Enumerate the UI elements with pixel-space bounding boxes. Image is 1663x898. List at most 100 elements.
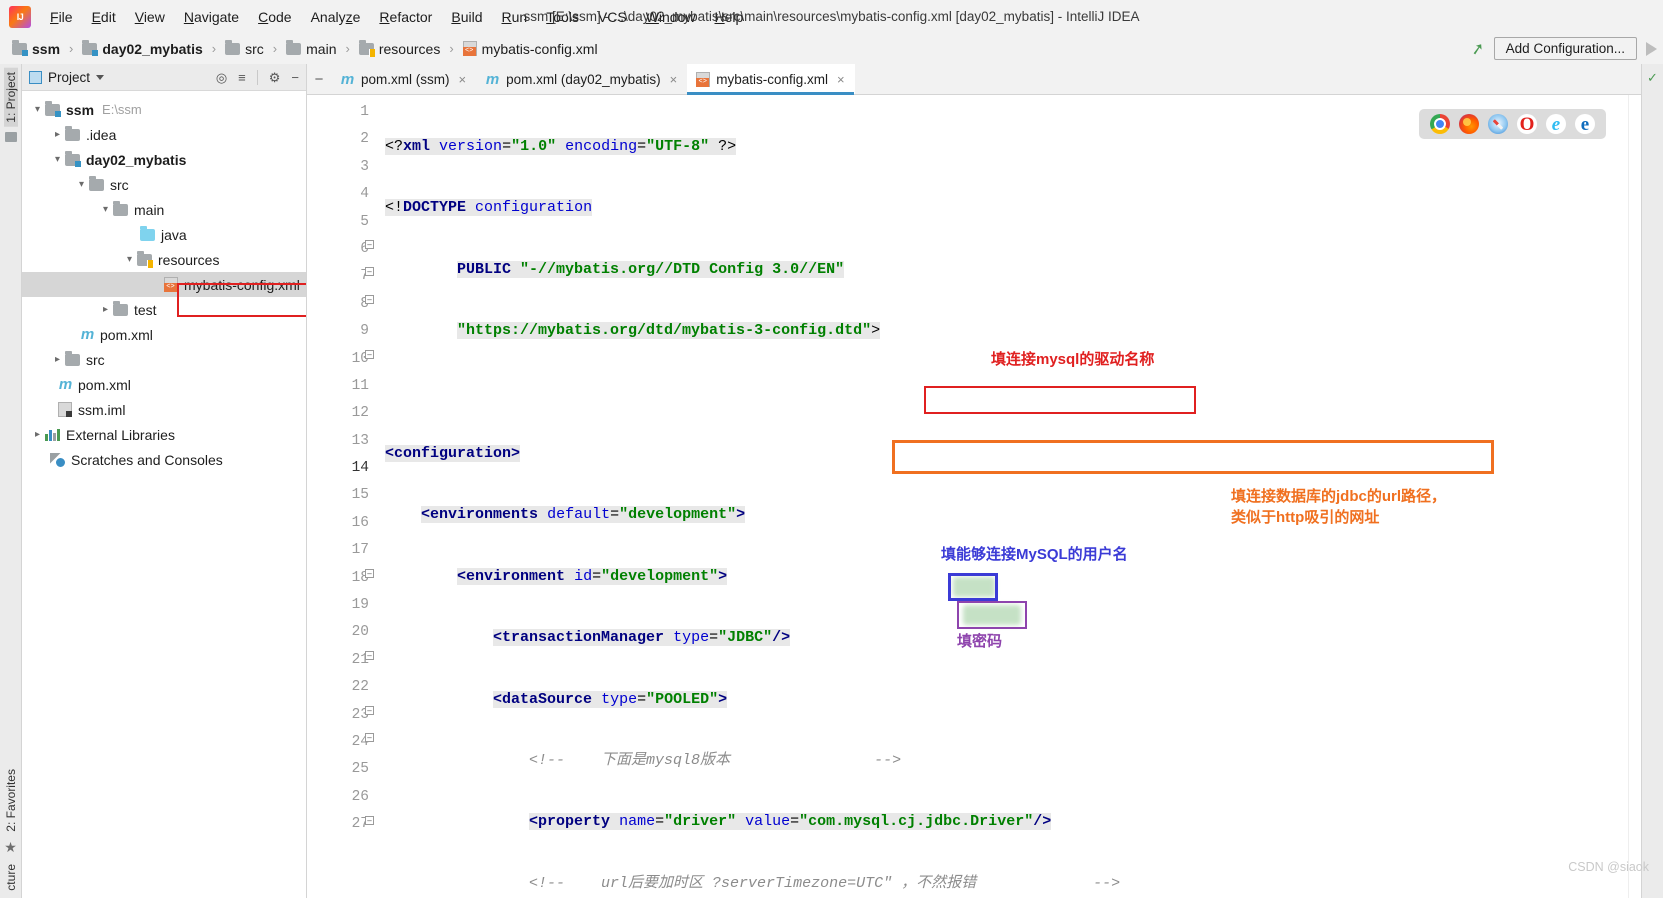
run-triangle-icon[interactable] (1646, 41, 1657, 56)
tree-node-label: ssm.iml (78, 401, 126, 418)
chevron-down-icon[interactable]: ▾ (50, 154, 65, 165)
intellij-idea-window: File Edit View Navigate Code Analyze Ref… (0, 0, 1663, 898)
breadcrumb-item-main[interactable]: main (284, 39, 338, 58)
fold-marker[interactable]: – (365, 816, 374, 825)
settings-gear-icon[interactable]: ⚙ (269, 71, 281, 84)
tree-node-src-root[interactable]: ▸ src (22, 347, 306, 372)
tree-node-mybatis-config[interactable]: mybatis-config.xml (22, 272, 306, 297)
edge-icon[interactable] (1575, 114, 1595, 134)
tree-node-main[interactable]: ▾ main (22, 197, 306, 222)
menu-navigate[interactable]: Navigate (175, 6, 248, 28)
module-folder-icon (45, 100, 61, 117)
fold-marker[interactable]: – (365, 295, 374, 304)
menu-build[interactable]: Build (442, 6, 491, 28)
tab-label: mybatis-config.xml (716, 71, 829, 87)
chrome-icon[interactable] (1430, 114, 1450, 134)
tree-node-ssm-iml[interactable]: ssm.iml (22, 397, 306, 422)
code-editor[interactable]: 1 2 3 4 5 6 7 8 9 10 11 12 13 14 15 16 1 (307, 95, 1641, 898)
line-number: 4 (360, 186, 369, 203)
tree-node-label: main (134, 201, 165, 218)
tree-node-pom-module[interactable]: m pom.xml (22, 322, 306, 347)
locate-icon[interactable]: ◎ (216, 71, 227, 84)
chevron-right-icon[interactable]: ▸ (98, 304, 113, 315)
chevron-right-icon[interactable]: ▸ (30, 429, 45, 440)
chevron-down-icon[interactable]: ▾ (98, 204, 113, 215)
opera-icon[interactable] (1517, 114, 1537, 134)
chevron-right-icon[interactable]: ▸ (50, 129, 65, 140)
menu-help[interactable]: Help (706, 6, 753, 28)
breadcrumb-item-ssm[interactable]: ssm (10, 39, 62, 58)
tree-node-test[interactable]: ▸ test (22, 297, 306, 322)
maven-icon: m (58, 376, 73, 393)
chevron-down-icon[interactable]: ▾ (30, 104, 45, 115)
tool-tab-structure[interactable]: cture (4, 860, 18, 895)
hide-icon[interactable]: − (291, 71, 299, 84)
tree-node-label: pom.xml (100, 326, 153, 343)
tool-tab-project[interactable]: 1: Project (3, 68, 18, 127)
menu-tools[interactable]: Tools (537, 6, 588, 28)
tree-node-label: src (110, 176, 129, 193)
tree-node-pom-root[interactable]: m pom.xml (22, 372, 306, 397)
close-icon[interactable]: × (837, 72, 845, 87)
close-icon[interactable]: × (459, 72, 467, 87)
tree-node-idea[interactable]: ▸ .idea (22, 122, 306, 147)
folder-icon (113, 200, 128, 216)
fold-marker[interactable]: – (365, 267, 374, 276)
safari-icon[interactable] (1488, 114, 1508, 134)
hide-editor-icon[interactable]: − (307, 64, 331, 94)
fold-marker[interactable]: – (365, 706, 374, 715)
menu-vcs[interactable]: VCS (589, 6, 636, 28)
menu-refactor[interactable]: Refactor (370, 6, 441, 28)
resources-folder-icon (137, 250, 153, 268)
menu-analyze[interactable]: Analyze (302, 6, 370, 28)
tree-node-java[interactable]: java (22, 222, 306, 247)
collapse-all-icon[interactable]: ≡ (238, 71, 246, 84)
tree-node-scratches[interactable]: Scratches and Consoles (22, 447, 306, 472)
chevron-down-icon[interactable]: ▾ (74, 179, 89, 190)
menu-edit[interactable]: Edit (83, 6, 125, 28)
hammer-icon[interactable]: ➚ (1470, 37, 1487, 59)
tree-node-label: resources (158, 251, 220, 268)
xml-file-icon (462, 41, 477, 56)
menu-code[interactable]: Code (249, 6, 300, 28)
code-line-9: <transactionManager type="JDBC"/> (493, 629, 791, 647)
breadcrumb-item-day02-mybatis[interactable]: day02_mybatis (80, 39, 204, 58)
chevron-right-icon[interactable]: ▸ (50, 354, 65, 365)
breadcrumb-item-mybatis-config[interactable]: mybatis-config.xml (461, 40, 600, 58)
tool-tab-favorites[interactable]: 2: Favorites (4, 765, 18, 836)
tree-node-day02-mybatis[interactable]: ▾ day02_mybatis (22, 147, 306, 172)
tree-node-ssm[interactable]: ▾ ssm E:\ssm (22, 97, 306, 122)
menu-window[interactable]: Window (637, 6, 705, 28)
tree-node-label: Scratches and Consoles (71, 451, 223, 468)
breadcrumb-item-src[interactable]: src (223, 39, 266, 58)
fold-marker[interactable]: – (365, 733, 374, 742)
line-number: 11 (351, 377, 369, 394)
code-text[interactable]: <?xml version="1.0" encoding="UTF-8" ?> … (379, 95, 1628, 898)
firefox-icon[interactable] (1459, 114, 1479, 134)
chevron-down-icon[interactable] (96, 74, 105, 80)
tree-node-resources[interactable]: ▾ resources (22, 247, 306, 272)
browser-launcher-bar[interactable] (1419, 109, 1606, 139)
fold-marker[interactable]: – (365, 350, 374, 359)
internet-explorer-icon[interactable] (1546, 114, 1566, 134)
fold-marker[interactable]: – (365, 569, 374, 578)
tab-pom-day02-mybatis[interactable]: m pom.xml (day02_mybatis) × (476, 64, 687, 94)
tab-mybatis-config[interactable]: mybatis-config.xml × (687, 64, 855, 95)
code-line-3: PUBLIC "-//mybatis.org//DTD Config 3.0//… (457, 260, 845, 278)
tree-node-src-inner[interactable]: ▾ src (22, 172, 306, 197)
fold-marker[interactable]: – (365, 651, 374, 660)
chevron-down-icon[interactable]: ▾ (122, 254, 137, 265)
menu-file[interactable]: File (41, 6, 82, 28)
add-configuration-button[interactable]: Add Configuration... (1493, 37, 1637, 60)
breadcrumb-item-resources[interactable]: resources (357, 39, 442, 58)
project-panel-title: Project (48, 69, 91, 85)
tab-pom-ssm[interactable]: m pom.xml (ssm) × (331, 64, 476, 94)
tree-node-external-libraries[interactable]: ▸ External Libraries (22, 422, 306, 447)
menu-view[interactable]: View (126, 6, 174, 28)
fold-marker[interactable]: – (365, 240, 374, 249)
menu-run[interactable]: Run (493, 6, 537, 28)
line-number: 16 (351, 514, 369, 531)
close-icon[interactable]: × (670, 72, 678, 87)
error-stripe-gutter[interactable] (1628, 95, 1641, 898)
module-folder-icon (65, 150, 81, 167)
